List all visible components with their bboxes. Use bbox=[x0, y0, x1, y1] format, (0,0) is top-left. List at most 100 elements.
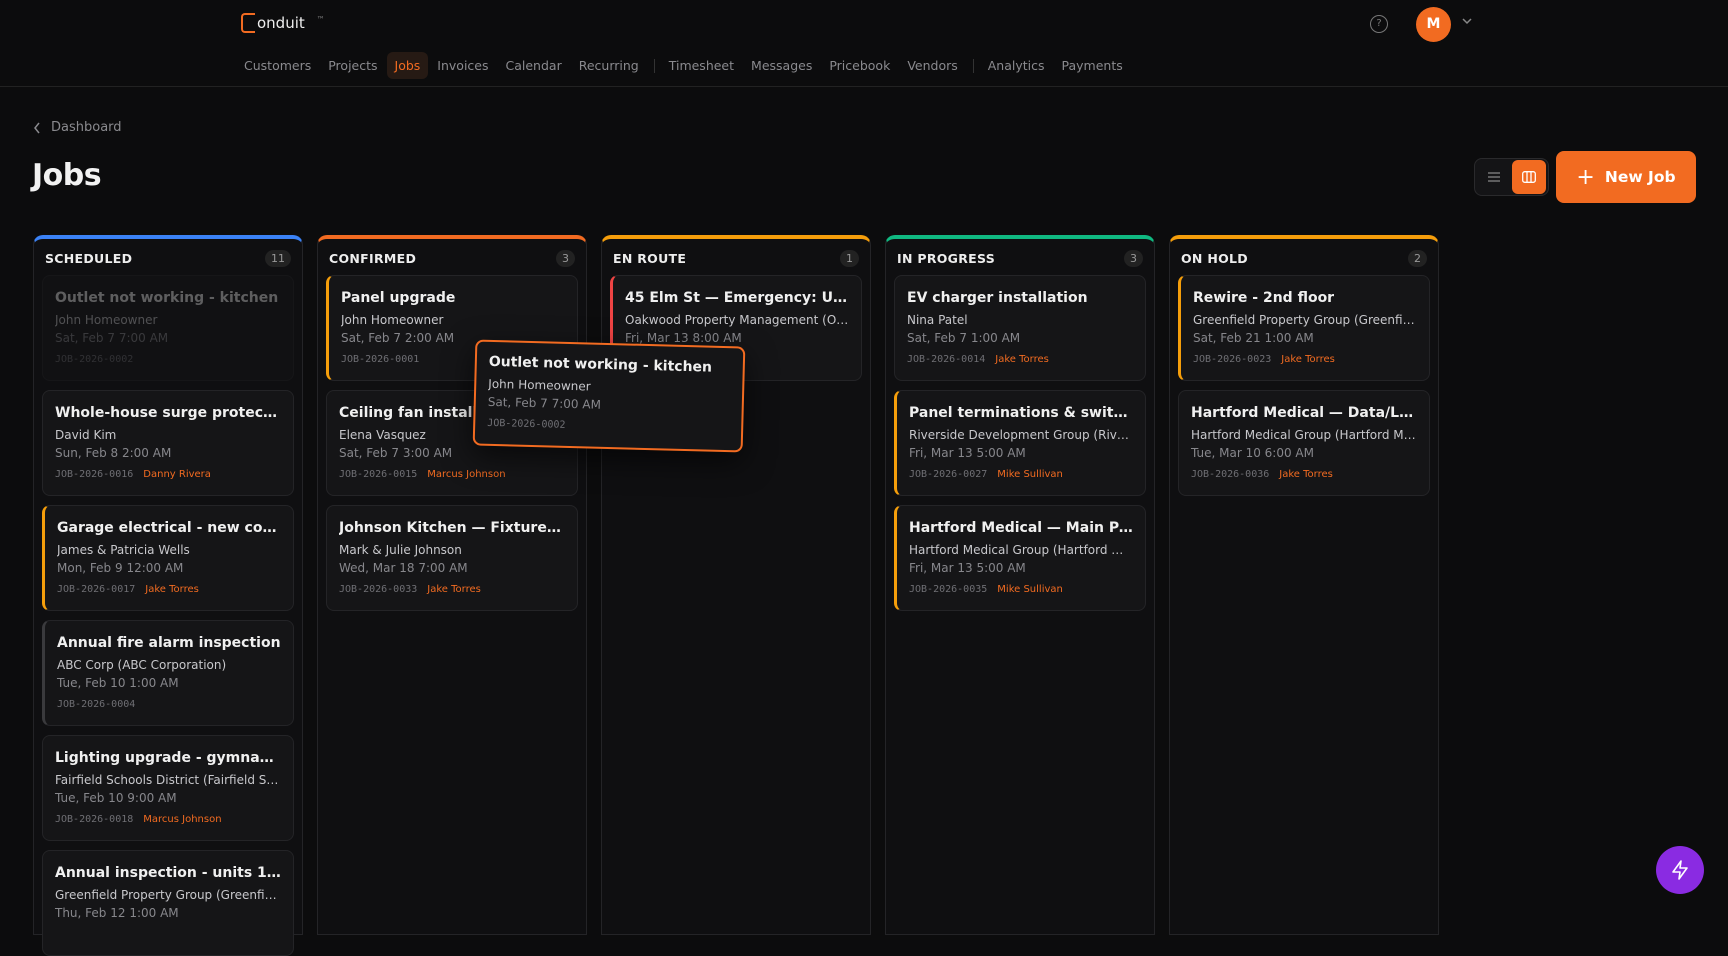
card-customer: ABC Corp (ABC Corporation) bbox=[57, 658, 227, 672]
column-scheduled: SCHEDULED 11 Outlet not working - kitchen J… bbox=[33, 235, 303, 956]
card-job-id: JOB-2026-0018 bbox=[55, 814, 134, 825]
card-title: Hartford Medical — Data/Low Voltage bbox=[1191, 405, 1417, 421]
card-customer: John Homeowner bbox=[341, 313, 444, 327]
card-technician[interactable]: Marcus Johnson bbox=[143, 814, 221, 825]
job-card[interactable]: EV charger installation Nina Patel Sat, Fe… bbox=[894, 275, 1146, 381]
card-title: Annual fire alarm inspection bbox=[57, 635, 281, 651]
logo-tm: ™ bbox=[316, 14, 325, 24]
card-meta: JOB-2026-0036 Jake Torres bbox=[1191, 469, 1417, 480]
card-technician[interactable]: Jake Torres bbox=[427, 584, 481, 595]
card-date: Sat, Feb 7 1:00 AM bbox=[907, 331, 1021, 345]
card-meta: JOB-2026-0027 Mike Sullivan bbox=[909, 469, 1133, 480]
card-title: Garage electrical - new construction bbox=[57, 520, 281, 536]
nav-item-customers[interactable]: Customers bbox=[236, 52, 319, 79]
job-card[interactable]: Whole-house surge protector David Kim Sun,… bbox=[42, 390, 294, 496]
chevron-down-icon[interactable] bbox=[1461, 15, 1473, 30]
card-job-id: JOB-2026-0004 bbox=[57, 699, 136, 710]
card-customer: Hartford Medical Group (Hartford Medical… bbox=[1191, 428, 1417, 442]
card-date: Mon, Feb 9 12:00 AM bbox=[57, 561, 184, 575]
card-date: Wed, Mar 18 7:00 AM bbox=[339, 561, 468, 575]
card-date: Sat, Feb 7 7:00 AM bbox=[487, 394, 602, 412]
breadcrumb-label: Dashboard bbox=[51, 120, 122, 135]
nav-item-projects[interactable]: Projects bbox=[320, 52, 385, 79]
card-title: 45 Elm St — Emergency: Unit 3 outage bbox=[625, 290, 849, 306]
main-nav: Customers Projects Jobs Invoices Calendar Rec… bbox=[236, 52, 1132, 79]
card-technician[interactable]: Mike Sullivan bbox=[997, 469, 1063, 480]
quick-action-button[interactable] bbox=[1656, 846, 1704, 894]
nav-item-payments[interactable]: Payments bbox=[1054, 52, 1131, 79]
nav-item-recurring[interactable]: Recurring bbox=[571, 52, 647, 79]
nav-item-calendar[interactable]: Calendar bbox=[498, 52, 570, 79]
column-header: SCHEDULED 11 bbox=[34, 239, 302, 275]
card-customer: Mark & Julie Johnson bbox=[339, 543, 462, 557]
card-meta: JOB-2026-0002 bbox=[487, 418, 729, 435]
new-job-label: New Job bbox=[1604, 168, 1676, 186]
card-meta: JOB-2026-0023 Jake Torres bbox=[1193, 354, 1417, 365]
logo[interactable]: onduit ™ bbox=[241, 13, 325, 33]
nav-item-vendors[interactable]: Vendors bbox=[899, 52, 965, 79]
card-job-id: JOB-2026-0033 bbox=[339, 584, 418, 595]
card-customer: Hartford Medical Group (Hartford Medical… bbox=[909, 543, 1133, 557]
job-card[interactable]: Outlet not working - kitchen John Homeown… bbox=[42, 275, 294, 381]
card-title: Johnson Kitchen — Fixture Install bbox=[339, 520, 565, 536]
columns-icon bbox=[1521, 171, 1536, 183]
card-meta: JOB-2026-0035 Mike Sullivan bbox=[909, 584, 1133, 595]
card-technician[interactable]: Marcus Johnson bbox=[427, 469, 505, 480]
column-in-progress: IN PROGRESS 3 EV charger installation Nina … bbox=[885, 235, 1155, 935]
card-customer: Riverside Development Group (Riverside D… bbox=[909, 428, 1133, 442]
column-on-hold: ON HOLD 2 Rewire - 2nd floor Greenfield Pro… bbox=[1169, 235, 1439, 935]
card-technician[interactable]: Jake Torres bbox=[1281, 354, 1335, 365]
nav-item-analytics[interactable]: Analytics bbox=[980, 52, 1053, 79]
card-date: Fri, Mar 13 5:00 AM bbox=[909, 446, 1026, 460]
card-job-id: JOB-2026-0015 bbox=[339, 469, 418, 480]
card-job-id: JOB-2026-0014 bbox=[907, 354, 986, 365]
column-header: EN ROUTE 1 bbox=[602, 239, 870, 275]
card-title: Panel terminations & switchgear bbox=[909, 405, 1133, 421]
job-card[interactable]: Johnson Kitchen — Fixture Install Mark & … bbox=[326, 505, 578, 611]
job-card[interactable]: Rewire - 2nd floor Greenfield Property Gr… bbox=[1178, 275, 1430, 381]
card-date: Tue, Feb 10 1:00 AM bbox=[57, 676, 179, 690]
card-job-id: JOB-2026-0027 bbox=[909, 469, 988, 480]
card-customer: John Homeowner bbox=[488, 376, 591, 394]
nav-item-pricebook[interactable]: Pricebook bbox=[821, 52, 898, 79]
card-technician[interactable]: Danny Rivera bbox=[143, 469, 211, 480]
card-list: Outlet not working - kitchen John Homeown… bbox=[34, 275, 302, 956]
card-technician[interactable]: Jake Torres bbox=[145, 584, 199, 595]
job-card[interactable]: Lighting upgrade - gymnasium Fairfield Sc… bbox=[42, 735, 294, 841]
card-date: Sat, Feb 7 7:00 AM bbox=[55, 331, 169, 345]
job-card[interactable]: Hartford Medical — Main Panel Installati… bbox=[894, 505, 1146, 611]
nav-item-messages[interactable]: Messages bbox=[743, 52, 820, 79]
logo-text: onduit bbox=[257, 14, 305, 32]
view-toggle bbox=[1474, 158, 1549, 196]
card-customer: David Kim bbox=[55, 428, 117, 442]
job-card[interactable]: Annual fire alarm inspection ABC Corp (AB… bbox=[42, 620, 294, 726]
job-card[interactable]: Panel terminations & switchgear Riverside… bbox=[894, 390, 1146, 496]
column-title: ON HOLD bbox=[1181, 251, 1248, 266]
job-card[interactable]: Hartford Medical — Data/Low Voltage Hartf… bbox=[1178, 390, 1430, 496]
help-circle-icon[interactable]: ? bbox=[1370, 15, 1388, 33]
card-meta: JOB-2026-0014 Jake Torres bbox=[907, 354, 1133, 365]
dragging-card[interactable]: Outlet not working - kitchen John Homeow… bbox=[472, 339, 746, 453]
breadcrumb[interactable]: Dashboard bbox=[33, 120, 122, 135]
plus-icon: + bbox=[1576, 164, 1595, 190]
new-job-button[interactable]: + New Job bbox=[1556, 151, 1696, 203]
job-card[interactable]: Annual inspection - units 1-8 Greenfield … bbox=[42, 850, 294, 956]
page-title: Jobs bbox=[32, 158, 102, 193]
top-bar: onduit ™ Customers Projects Jobs Invoices Ca… bbox=[0, 0, 1728, 87]
card-technician[interactable]: Jake Torres bbox=[1279, 469, 1333, 480]
card-technician[interactable]: Mike Sullivan bbox=[997, 584, 1063, 595]
nav-item-invoices[interactable]: Invoices bbox=[429, 52, 496, 79]
nav-item-jobs[interactable]: Jobs bbox=[386, 52, 429, 79]
avatar[interactable]: M bbox=[1416, 7, 1451, 42]
board-view-button[interactable] bbox=[1511, 160, 1546, 194]
kanban-board: SCHEDULED 11 Outlet not working - kitchen J… bbox=[33, 235, 1439, 956]
list-view-button[interactable] bbox=[1477, 160, 1512, 194]
card-customer: Nina Patel bbox=[907, 313, 968, 327]
card-technician[interactable]: Jake Torres bbox=[995, 354, 1049, 365]
job-card[interactable]: Garage electrical - new construction Jame… bbox=[42, 505, 294, 611]
card-job-id: JOB-2026-0016 bbox=[55, 469, 134, 480]
card-title: Outlet not working - kitchen bbox=[488, 353, 713, 376]
card-title: Whole-house surge protector bbox=[55, 405, 281, 421]
column-count-badge: 3 bbox=[556, 250, 575, 267]
nav-item-timesheet[interactable]: Timesheet bbox=[661, 52, 742, 79]
